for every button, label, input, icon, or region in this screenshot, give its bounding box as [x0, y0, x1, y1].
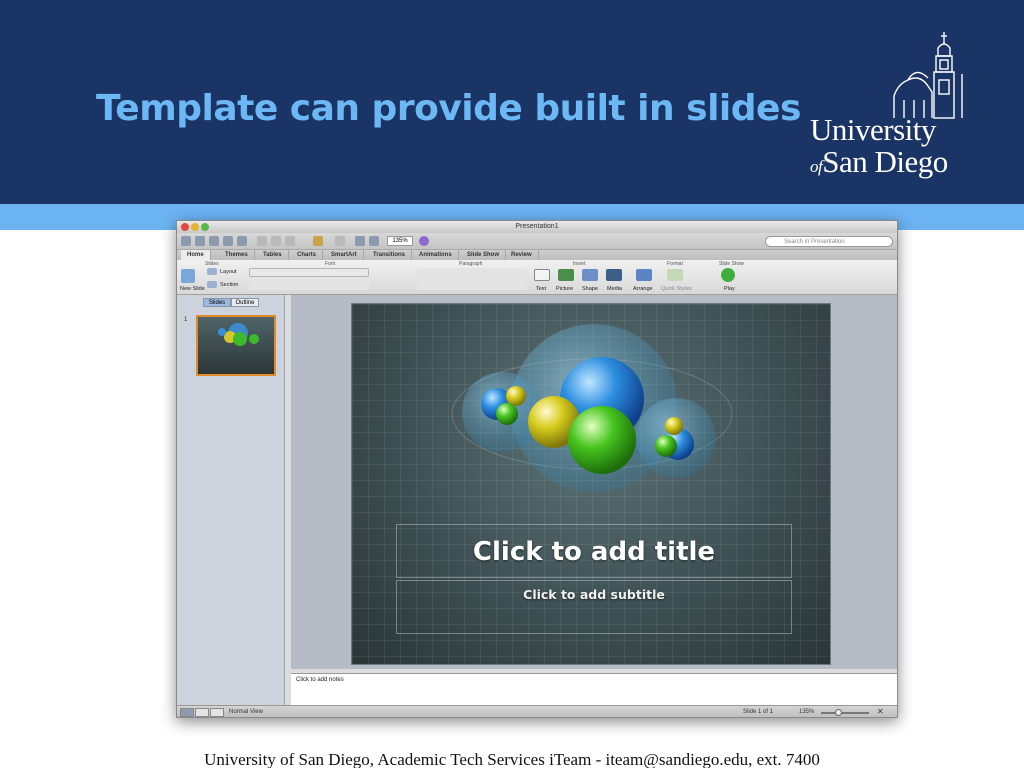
tab-home[interactable]: Home: [181, 250, 211, 260]
play-icon[interactable]: [721, 268, 735, 282]
slide-header: Template can provide built in slides Uni…: [0, 0, 1024, 204]
media-button[interactable]: Media: [607, 286, 622, 292]
view-name: Normal View: [229, 709, 263, 715]
title-placeholder[interactable]: Click to add title: [396, 524, 792, 578]
section-icon: [207, 281, 217, 288]
powerpoint-window: Presentation1 135% Search in Presentatio…: [176, 220, 898, 718]
new-slide-icon[interactable]: [181, 269, 195, 283]
group-label-format: Format: [667, 261, 683, 267]
layout-icon: [207, 268, 217, 275]
tab-transitions[interactable]: Transitions: [367, 250, 413, 260]
thumbnail-number: 1: [184, 317, 188, 323]
title-placeholder-text: Click to add title: [472, 537, 716, 567]
text-box-icon[interactable]: [534, 269, 550, 281]
tab-animations[interactable]: Animations: [413, 250, 459, 260]
subtitle-placeholder[interactable]: Click to add subtitle: [396, 580, 792, 634]
slide-counter: Slide 1 of 1: [743, 709, 774, 715]
quick-styles-icon[interactable]: [667, 269, 683, 281]
new-icon[interactable]: [181, 236, 191, 246]
slides-pane: Slides Outline 1: [177, 295, 285, 705]
tab-slides[interactable]: Slides: [203, 298, 231, 307]
status-bar: Normal View Slide 1 of 1 135% ✕: [177, 705, 897, 717]
logo-university-text: University: [810, 112, 936, 147]
help-icon[interactable]: [419, 236, 429, 246]
print-icon[interactable]: [237, 236, 247, 246]
ribbon-tabs: Home Themes Tables Charts SmartArt Trans…: [177, 250, 897, 260]
arrange-button[interactable]: Arrange: [633, 286, 653, 292]
logo-san-diego-word: San Diego: [822, 144, 948, 179]
normal-view-button[interactable]: [180, 708, 194, 717]
tab-review[interactable]: Review: [505, 250, 539, 260]
text-button[interactable]: Text: [536, 286, 546, 292]
font-format-buttons[interactable]: [249, 281, 369, 290]
window-titlebar: Presentation1: [177, 221, 897, 233]
play-button[interactable]: Play: [724, 286, 735, 292]
group-label-slideshow: Slide Show: [719, 261, 745, 267]
group-label-slides: Slides: [205, 261, 219, 267]
slide-canvas[interactable]: Click to add title Click to add subtitle: [351, 303, 831, 665]
paste-icon[interactable]: [285, 236, 295, 246]
open-icon[interactable]: [209, 236, 219, 246]
standard-toolbar: 135% Search in Presentation: [177, 233, 897, 250]
tab-smartart[interactable]: SmartArt: [325, 250, 364, 260]
window-title: Presentation1: [515, 223, 559, 230]
tab-outline[interactable]: Outline: [231, 298, 259, 307]
glass-bubbles-image: [451, 324, 733, 492]
tab-themes[interactable]: Themes: [219, 250, 255, 260]
tab-slide-show[interactable]: Slide Show: [461, 250, 507, 260]
logo-of-text: of: [810, 157, 823, 176]
font-name-select[interactable]: [249, 268, 369, 277]
zoom-select[interactable]: 135%: [387, 236, 413, 246]
copy-icon[interactable]: [271, 236, 281, 246]
slide-thumbnail[interactable]: [196, 315, 276, 376]
picture-icon[interactable]: [558, 269, 574, 281]
shape-icon[interactable]: [582, 269, 598, 281]
shape-button[interactable]: Shape: [582, 286, 598, 292]
fit-window-icon[interactable]: ✕: [877, 707, 884, 716]
university-logo: University ofSan Diego: [806, 30, 976, 185]
search-input[interactable]: Search in Presentation: [765, 236, 893, 247]
paragraph-buttons-row2[interactable]: [417, 281, 527, 290]
group-label-insert: Insert: [573, 261, 586, 267]
status-zoom-value: 135%: [799, 709, 815, 715]
slideshow-icon[interactable]: [369, 236, 379, 246]
picture-button[interactable]: Picture: [556, 286, 573, 292]
tab-charts[interactable]: Charts: [291, 250, 324, 260]
slide-title: Template can provide built in slides: [96, 88, 801, 129]
group-label-font: Font: [325, 261, 336, 267]
mission-tower-icon: [893, 32, 963, 119]
layout-button[interactable]: Layout: [220, 269, 237, 275]
paragraph-buttons-row1[interactable]: [417, 268, 527, 277]
reading-view-button[interactable]: [210, 708, 224, 717]
section-button[interactable]: Section: [220, 282, 238, 288]
undo-icon[interactable]: [313, 236, 323, 246]
group-label-paragraph: Paragraph: [459, 261, 483, 267]
subtitle-placeholder-text: Click to add subtitle: [523, 587, 665, 602]
slide-sorter-button[interactable]: [195, 708, 209, 717]
insert-slide-icon[interactable]: [355, 236, 365, 246]
cut-icon[interactable]: [257, 236, 267, 246]
ribbon-home: Slides Font Paragraph Insert Format Slid…: [177, 260, 897, 295]
tab-tables[interactable]: Tables: [257, 250, 289, 260]
logo-san-diego-text: ofSan Diego: [810, 144, 948, 180]
save-icon[interactable]: [223, 236, 233, 246]
thumbnail-bubbles-image: [218, 323, 259, 346]
slide-footer: University of San Diego, Academic Tech S…: [204, 750, 820, 768]
notes-placeholder: Click to add notes: [296, 677, 344, 683]
new-slide-button[interactable]: New Slide: [180, 286, 205, 292]
templates-icon[interactable]: [195, 236, 205, 246]
zoom-slider[interactable]: [821, 709, 869, 716]
pane-tabs: Slides Outline: [203, 298, 259, 307]
notes-pane[interactable]: Click to add notes: [291, 673, 897, 705]
quick-styles-button[interactable]: Quick Styles: [661, 286, 692, 292]
redo-icon[interactable]: [335, 236, 345, 246]
arrange-icon[interactable]: [636, 269, 652, 281]
zoom-slider-knob[interactable]: [835, 709, 842, 716]
media-icon[interactable]: [606, 269, 622, 281]
